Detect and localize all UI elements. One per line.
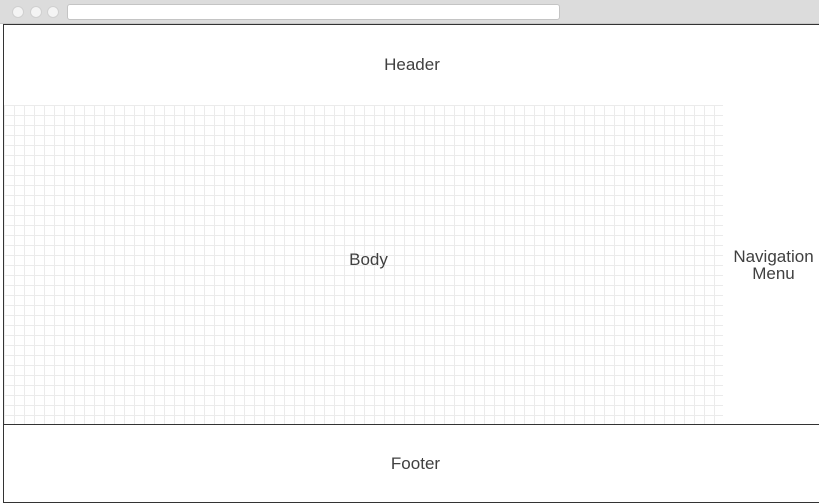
minimize-window-icon[interactable] — [30, 6, 42, 18]
footer-region: Footer — [3, 424, 819, 503]
maximize-window-icon[interactable] — [47, 6, 59, 18]
close-window-icon[interactable] — [12, 6, 24, 18]
navigation-label-line2: Menu — [752, 264, 795, 283]
header-region: Header — [3, 24, 819, 106]
address-bar[interactable] — [67, 4, 560, 20]
navigation-menu-region: Navigation Menu — [723, 105, 819, 425]
footer-label: Footer — [390, 454, 441, 473]
body-label: Body — [349, 249, 388, 269]
navigation-label-line1: Navigation — [733, 247, 814, 266]
body-region: Body — [3, 105, 724, 425]
header-label: Header — [384, 54, 440, 74]
browser-toolbar — [0, 0, 819, 24]
